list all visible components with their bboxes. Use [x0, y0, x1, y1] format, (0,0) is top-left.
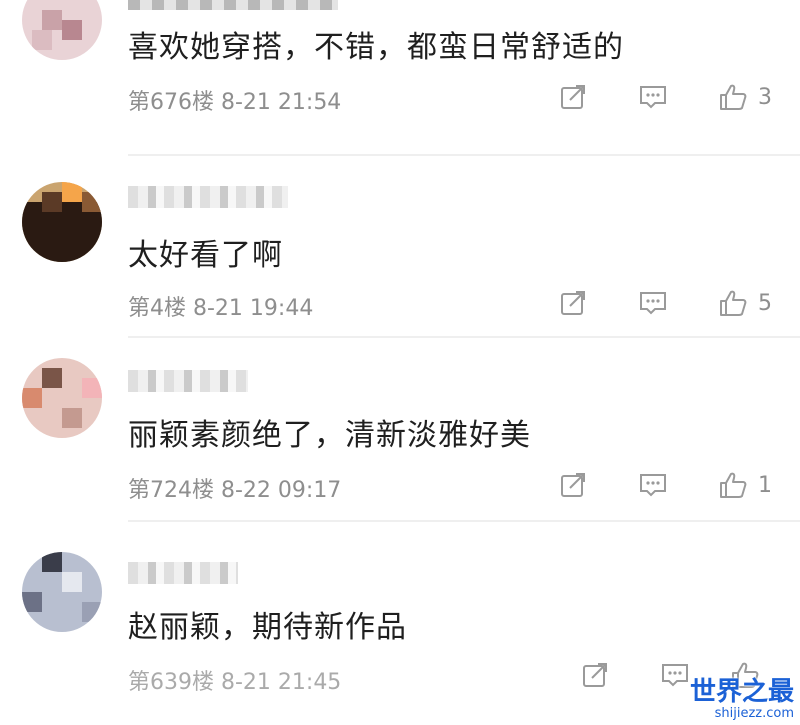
like-count: 3	[758, 84, 772, 110]
comment-meta: 第639楼 8-21 21:45	[128, 670, 342, 695]
reply-button[interactable]	[638, 468, 668, 502]
share-button[interactable]	[558, 286, 588, 320]
like-count: 5	[758, 290, 772, 316]
comment-icon	[640, 86, 666, 109]
divider	[128, 336, 800, 338]
divider	[128, 520, 800, 522]
watermark-logo: 世界之最 shijiezz.com	[690, 671, 794, 721]
username-blurred[interactable]	[128, 370, 248, 392]
thumbs-up-icon	[720, 472, 747, 498]
comment-item: 喜欢她穿搭，不错，都蛮日常舒适的 第676楼 8-21 21:54 3	[0, 0, 800, 156]
username-blurred[interactable]	[128, 186, 288, 208]
comment-item: 丽颖素颜绝了，清新淡雅好美 第724楼 8-22 09:17 1	[0, 340, 800, 522]
share-button[interactable]	[580, 658, 610, 692]
reply-button[interactable]	[638, 286, 668, 320]
share-button[interactable]	[558, 468, 588, 502]
share-icon	[583, 663, 607, 687]
like-button[interactable]: 1	[718, 468, 772, 502]
share-icon	[561, 85, 585, 109]
comment-actions: 3	[558, 80, 800, 114]
share-button[interactable]	[558, 80, 588, 114]
comment-meta: 第724楼 8-22 09:17	[128, 478, 342, 503]
like-button[interactable]: 3	[718, 80, 772, 114]
username-blurred[interactable]	[128, 562, 238, 584]
avatar[interactable]	[22, 552, 102, 632]
comment-icon	[640, 292, 666, 315]
thumbs-up-icon	[720, 84, 747, 110]
like-count: 1	[758, 472, 772, 498]
avatar[interactable]	[22, 182, 102, 262]
comment-item: 太好看了啊 第4楼 8-21 19:44 5	[0, 160, 800, 340]
comment-text: 丽颖素颜绝了，清新淡雅好美	[128, 418, 531, 453]
share-icon	[561, 473, 585, 497]
comment-meta: 第4楼 8-21 19:44	[128, 296, 314, 321]
comment-text: 赵丽颖，期待新作品	[128, 610, 407, 645]
comment-text: 太好看了啊	[128, 238, 283, 273]
thumbs-up-icon	[720, 290, 747, 316]
like-button[interactable]: 5	[718, 286, 772, 320]
reply-button[interactable]	[660, 658, 690, 692]
comment-meta: 第676楼 8-21 21:54	[128, 90, 342, 115]
comment-text: 喜欢她穿搭，不错，都蛮日常舒适的	[128, 30, 624, 65]
divider	[128, 154, 800, 156]
avatar[interactable]	[22, 0, 102, 60]
watermark-title: 世界之最	[689, 677, 794, 707]
comment-actions: 5	[558, 286, 800, 320]
share-icon	[561, 291, 585, 315]
comment-icon	[662, 664, 688, 687]
comment-icon	[640, 474, 666, 497]
comment-item: 赵丽颖，期待新作品 第639楼 8-21 21:45	[0, 530, 800, 725]
avatar[interactable]	[22, 358, 102, 438]
watermark-url: shijiezz.com	[714, 706, 794, 721]
comment-actions: 1	[558, 468, 800, 502]
reply-button[interactable]	[638, 80, 668, 114]
